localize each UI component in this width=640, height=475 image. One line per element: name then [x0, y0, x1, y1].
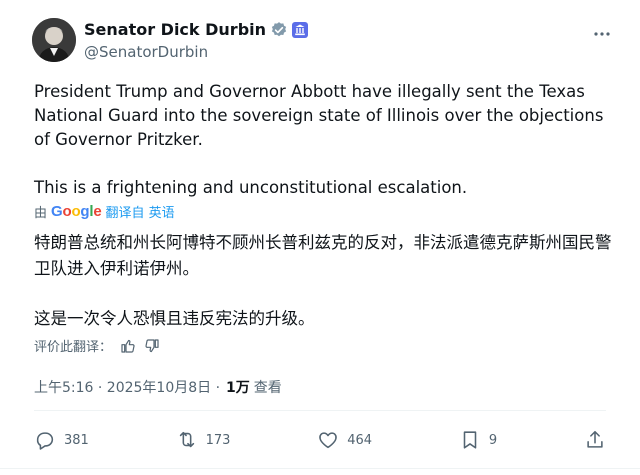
heart-icon	[319, 432, 338, 449]
thumbs-up-icon[interactable]	[120, 338, 136, 354]
author-handle[interactable]: @SenatorDurbin	[84, 43, 208, 61]
bookmark-count: 9	[488, 432, 498, 448]
avatar[interactable]	[32, 18, 76, 62]
reply-button[interactable]: 381	[34, 429, 89, 451]
bottom-border	[0, 468, 640, 469]
repost-count: 173	[205, 432, 231, 448]
timestamp[interactable]: 上午5:16 · 2025年10月8日 ·	[34, 377, 220, 397]
tweet-card: Senator Dick Durbin @SenatorDurbin Presi…	[0, 0, 640, 475]
repost-button[interactable]: 173	[176, 429, 231, 451]
view-count: 1万	[226, 380, 250, 396]
translated-text: 特朗普总统和州长阿博特不顾州长普利兹克的反对，非法派遣德克萨斯州国民警卫队进入伊…	[34, 230, 614, 332]
like-count: 464	[347, 432, 373, 448]
ellipsis-icon	[594, 32, 610, 36]
author-name[interactable]: Senator Dick Durbin	[84, 20, 266, 39]
translated-by-label: 由	[34, 206, 48, 221]
more-options-button[interactable]	[592, 24, 612, 49]
like-button[interactable]: 464	[317, 429, 372, 451]
translated-paragraph: 特朗普总统和州长阿博特不顾州长普利兹克的反对，非法派遣德克萨斯州国民警卫队进入伊…	[34, 233, 612, 278]
author-name-row: Senator Dick Durbin	[84, 20, 309, 39]
divider	[34, 410, 606, 411]
google-logo: Google	[51, 203, 102, 220]
tweet-text: President Trump and Governor Abbott have…	[34, 80, 614, 200]
bookmark-icon	[463, 431, 477, 449]
action-bar: 381 173 464 9	[34, 425, 606, 455]
views-label: 查看	[253, 380, 282, 396]
reply-count: 381	[64, 432, 89, 448]
government-badge-icon	[292, 21, 309, 38]
tweet-header: Senator Dick Durbin @SenatorDurbin	[28, 14, 620, 66]
translated-paragraph: 这是一次令人恐惧且违反宪法的升级。	[34, 309, 315, 328]
reply-icon	[36, 432, 54, 450]
repost-icon	[179, 431, 194, 448]
translated-from-link[interactable]: 翻译自 英语	[106, 202, 175, 221]
bookmark-button[interactable]: 9	[459, 429, 497, 451]
tweet-paragraph: President Trump and Governor Abbott have…	[34, 82, 604, 149]
tweet-meta: 上午5:16 · 2025年10月8日 · 1万 查看	[34, 377, 282, 397]
share-button[interactable]	[584, 429, 606, 451]
rate-translation-label: 评价此翻译：	[34, 340, 113, 355]
thumbs-down-icon[interactable]	[144, 338, 160, 354]
tweet-paragraph: This is a frightening and unconstitution…	[34, 178, 468, 197]
avatar-image	[32, 18, 76, 62]
translation-attribution: 由 Google 翻译自 英语	[34, 202, 175, 221]
verified-badge-icon	[270, 21, 288, 39]
share-icon	[587, 430, 603, 448]
rate-translation-row: 评价此翻译：	[34, 336, 160, 355]
